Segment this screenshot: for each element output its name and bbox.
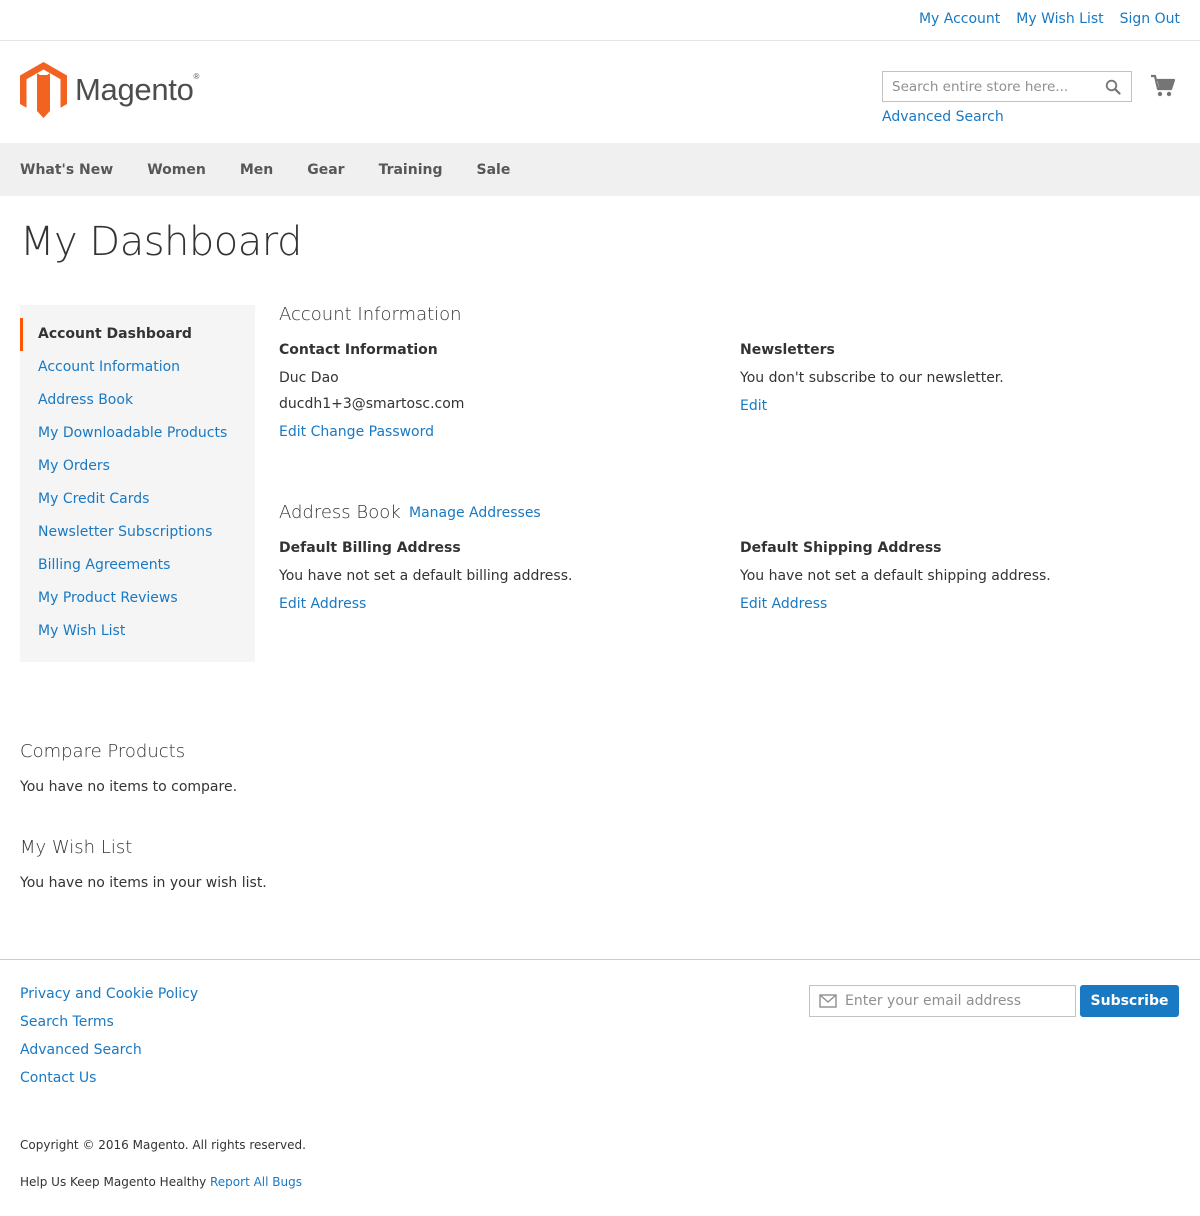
search-input[interactable] — [883, 72, 1093, 101]
footer-link-search-terms[interactable]: Search Terms — [20, 1008, 198, 1036]
sign-out-link[interactable]: Sign Out — [1120, 11, 1180, 27]
default-billing-text: You have not set a default billing addre… — [279, 568, 573, 584]
address-book-heading: Address Book — [279, 502, 401, 523]
account-information-heading: Account Information — [279, 304, 462, 325]
advanced-search-link[interactable]: Advanced Search — [882, 109, 1004, 125]
footer-link-advanced-search[interactable]: Advanced Search — [20, 1036, 198, 1064]
footer-divider — [0, 959, 1200, 960]
change-password-link[interactable]: Change Password — [311, 424, 434, 440]
footer-link-contact-us[interactable]: Contact Us — [20, 1064, 198, 1092]
cart-icon[interactable] — [1150, 74, 1176, 98]
nav-item-men[interactable]: Men — [240, 162, 273, 178]
my-wish-list-link[interactable]: My Wish List — [1016, 11, 1103, 27]
compare-products-heading: Compare Products — [20, 741, 186, 762]
newsletter-status: You don't subscribe to our newsletter. — [740, 370, 1004, 386]
report-bugs-link[interactable]: Report All Bugs — [210, 1175, 302, 1189]
sidebar-item-billing-agreements[interactable]: Billing Agreements — [20, 549, 255, 582]
wish-list-empty-text: You have no items in your wish list. — [20, 875, 267, 891]
logo[interactable]: Magento® — [20, 62, 199, 118]
nav-item-gear[interactable]: Gear — [307, 162, 344, 178]
account-sidebar: Account Dashboard Account Information Ad… — [20, 305, 255, 662]
top-panel: My Account My Wish List Sign Out — [0, 0, 1200, 41]
customer-email: ducdh1+3@smartosc.com — [279, 396, 465, 412]
top-links: My Account My Wish List Sign Out — [903, 11, 1180, 27]
subscribe-button[interactable]: Subscribe — [1080, 985, 1179, 1017]
default-shipping-title: Default Shipping Address — [740, 540, 942, 556]
edit-billing-address-link[interactable]: Edit Address — [279, 596, 366, 612]
edit-newsletter-link[interactable]: Edit — [740, 398, 767, 414]
newsletter-email-input[interactable] — [845, 986, 1070, 1016]
copyright: Copyright © 2016 Magento. All rights res… — [20, 1138, 306, 1152]
sidebar-item-orders[interactable]: My Orders — [20, 450, 255, 483]
sidebar-item-wish-list[interactable]: My Wish List — [20, 615, 255, 648]
default-shipping-text: You have not set a default shipping addr… — [740, 568, 1051, 584]
footer-link-privacy[interactable]: Privacy and Cookie Policy — [20, 980, 198, 1008]
newsletters-title: Newsletters — [740, 342, 835, 358]
customer-name: Duc Dao — [279, 370, 339, 386]
magento-logo-icon — [20, 62, 67, 118]
sidebar-item-account-information[interactable]: Account Information — [20, 351, 255, 384]
my-account-link[interactable]: My Account — [919, 11, 1000, 27]
search-box — [882, 71, 1132, 102]
sidebar-item-product-reviews[interactable]: My Product Reviews — [20, 582, 255, 615]
edit-shipping-address-link[interactable]: Edit Address — [740, 596, 827, 612]
report-bugs: Help Us Keep Magento Healthy Report All … — [20, 1175, 302, 1189]
sidebar-item-credit-cards[interactable]: My Credit Cards — [20, 483, 255, 516]
edit-contact-link[interactable]: Edit — [279, 424, 306, 440]
manage-addresses-link[interactable]: Manage Addresses — [409, 505, 541, 521]
envelope-icon — [819, 994, 837, 1008]
contact-information-title: Contact Information — [279, 342, 438, 358]
sidebar-item-downloadable-products[interactable]: My Downloadable Products — [20, 417, 255, 450]
newsletter-box — [809, 985, 1076, 1017]
compare-empty-text: You have no items to compare. — [20, 779, 238, 795]
footer-links: Privacy and Cookie Policy Search Terms A… — [20, 980, 198, 1092]
sidebar-item-newsletter-subscriptions[interactable]: Newsletter Subscriptions — [20, 516, 255, 549]
nav-item-sale[interactable]: Sale — [476, 162, 510, 178]
main-navigation: What's New Women Men Gear Training Sale — [0, 143, 1200, 196]
sidebar-item-address-book[interactable]: Address Book — [20, 384, 255, 417]
contact-actions: Edit Change Password — [279, 424, 434, 440]
sidebar-item-account-dashboard: Account Dashboard — [20, 318, 255, 351]
nav-item-training[interactable]: Training — [379, 162, 443, 178]
search-icon[interactable] — [1105, 79, 1121, 95]
report-bugs-text: Help Us Keep Magento Healthy — [20, 1175, 207, 1189]
logo-text: Magento® — [75, 72, 200, 107]
default-billing-title: Default Billing Address — [279, 540, 461, 556]
nav-item-women[interactable]: Women — [147, 162, 206, 178]
nav-item-whats-new[interactable]: What's New — [20, 162, 113, 178]
wish-list-heading: My Wish List — [20, 837, 133, 858]
page-title: My Dashboard — [20, 219, 302, 265]
